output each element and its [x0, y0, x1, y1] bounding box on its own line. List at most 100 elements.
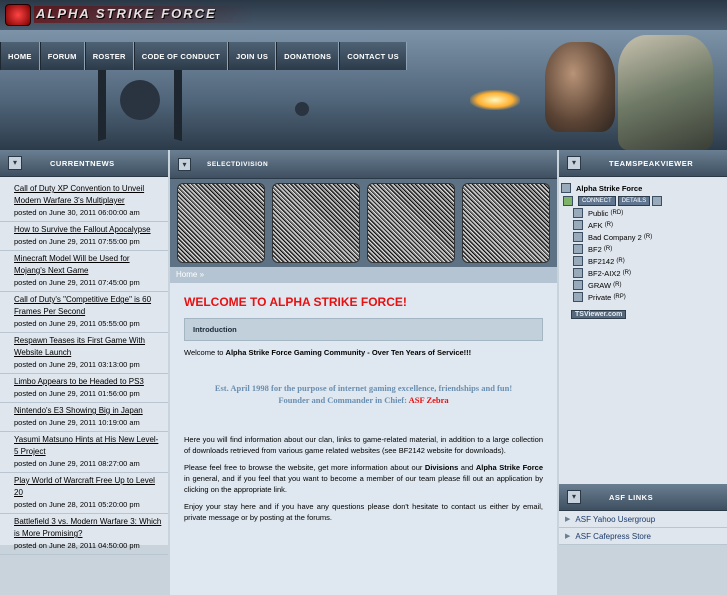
- established-line: Est. April 1998 for the purpose of inter…: [214, 383, 513, 393]
- channel-flag: (R): [616, 258, 625, 264]
- channel-flag: (R): [622, 270, 631, 276]
- news-link[interactable]: Nintendo's E3 Showing Big in Japan: [14, 405, 162, 417]
- ts-actions: CONNECT DETAILS: [561, 195, 727, 207]
- channel-name: BF2: [588, 244, 602, 254]
- news-date: posted on June 30, 2011 06:00:00 am: [14, 208, 140, 217]
- details-button[interactable]: DETAILS: [617, 196, 651, 206]
- refresh-icon[interactable]: [563, 196, 573, 206]
- asf-emblem-icon[interactable]: [5, 4, 31, 26]
- channel-flag: (R): [643, 234, 653, 240]
- tie-fighter-wing: [98, 58, 106, 142]
- main-nav: HOME FORUM ROSTER CODE OF CONDUCT JOIN U…: [0, 42, 407, 70]
- news-column: ▾ CURRENTNEWS Call of Duty XP Convention…: [0, 150, 168, 555]
- connect-button[interactable]: CONNECT: [578, 196, 616, 206]
- asf-link-item[interactable]: ▶ ASF Yahoo Usergroup: [559, 511, 727, 528]
- nav-forum[interactable]: FORUM: [39, 42, 85, 70]
- enjoy-paragraph: Enjoy your stay here and if you have any…: [184, 502, 543, 522]
- info-icon[interactable]: [652, 196, 663, 206]
- chevron-down-icon[interactable]: ▾: [567, 156, 581, 170]
- channel-name: Public: [588, 208, 609, 218]
- asf-link-item[interactable]: ▶ ASF Cafepress Store: [559, 528, 727, 545]
- news-item: Call of Duty XP Convention to Unveil Mod…: [0, 181, 168, 222]
- news-link[interactable]: Respawn Teases its First Game With Websi…: [14, 335, 162, 359]
- chevron-down-icon[interactable]: ▾: [8, 156, 22, 170]
- division-tile[interactable]: [461, 183, 550, 263]
- nav-contact-us[interactable]: CONTACT US: [339, 42, 407, 70]
- chevron-down-icon[interactable]: ▾: [178, 157, 191, 171]
- nav-code-of-conduct[interactable]: CODE OF CONDUCT: [133, 42, 229, 70]
- intro-heading: Introduction: [184, 318, 543, 341]
- news-item: How to Survive the Fallout Apocalypse pos…: [0, 222, 168, 251]
- ts-channel[interactable]: AFK (R): [561, 219, 727, 231]
- news-date: posted on June 29, 2011 10:19:00 am: [14, 418, 140, 427]
- news-link[interactable]: How to Survive the Fallout Apocalypse: [14, 224, 162, 236]
- browse-text: Please feel free to browse the website, …: [184, 463, 425, 472]
- news-link[interactable]: Minecraft Model Will be Used for Mojang'…: [14, 253, 162, 277]
- division-tile[interactable]: [272, 183, 361, 263]
- channel-icon: [573, 244, 583, 254]
- ts-channel[interactable]: Bad Company 2 (R): [561, 231, 727, 243]
- muzzle-flash: [470, 90, 520, 110]
- ts-channel[interactable]: BF2-AIX2 (R): [561, 267, 727, 279]
- breadcrumb[interactable]: Home »: [170, 267, 557, 283]
- ts-channel[interactable]: GRAW (R): [561, 279, 727, 291]
- division-tile[interactable]: [366, 183, 455, 263]
- asf-link-label: ASF Yahoo Usergroup: [575, 514, 656, 524]
- news-item: Respawn Teases its First Game With Websi…: [0, 333, 168, 374]
- ship-small: [295, 102, 309, 116]
- news-list: Call of Duty XP Convention to Unveil Mod…: [0, 177, 168, 555]
- site-logo-text[interactable]: ALPHA STRIKE FORCE: [36, 6, 217, 21]
- division-panel-title: SELECTDIVISION: [207, 160, 269, 168]
- channel-flag: (R): [604, 222, 614, 228]
- channel-icon: [573, 232, 583, 242]
- news-item: Limbo Appears to be Headed to PS3 posted …: [0, 374, 168, 403]
- ts-channel[interactable]: BF2 (R): [561, 243, 727, 255]
- lock-icon: [573, 292, 583, 302]
- channel-name: GRAW: [588, 280, 612, 290]
- ts-channel[interactable]: Private (RP): [561, 291, 727, 303]
- founder-name: ASF Zebra: [408, 395, 449, 405]
- arrow-right-icon: ▶: [565, 516, 571, 523]
- chevron-down-icon[interactable]: ▾: [567, 490, 581, 504]
- tsviewer-wrap: TSViewer.com: [561, 303, 727, 321]
- browse-text: and: [458, 463, 476, 472]
- news-link[interactable]: Call of Duty's "Competitive Edge" is 60 …: [14, 294, 162, 318]
- founder-line: Founder and Commander in Chief: ASF Zebr…: [184, 394, 543, 406]
- channel-name: BF2142: [588, 256, 615, 266]
- asf-link[interactable]: Alpha Strike Force: [476, 463, 543, 472]
- news-date: posted on June 29, 2011 03:13:00 pm: [14, 360, 140, 369]
- founder-prefix: Founder and Commander in Chief:: [278, 395, 409, 405]
- channel-icon: [573, 268, 583, 278]
- channel-name: BF2-AIX2: [588, 268, 621, 278]
- tie-fighter-cockpit: [120, 80, 160, 120]
- ts-server: Alpha Strike Force: [561, 181, 727, 195]
- teamspeak-panel-header: ▾ TEAMSPEAKVIEWER: [559, 150, 727, 177]
- channel-flag: (RD): [610, 210, 624, 216]
- welcome-line-bold: Alpha Strike Force Gaming Community - Ov…: [225, 348, 472, 357]
- news-date: posted on June 29, 2011 01:56:00 pm: [14, 389, 140, 398]
- tsviewer-link[interactable]: TSViewer.com: [571, 310, 627, 319]
- channel-flag: (R): [613, 282, 622, 288]
- news-link[interactable]: Battlefield 3 vs. Modern Warfare 3: Whic…: [14, 516, 162, 540]
- news-date: posted on June 29, 2011 07:45:00 pm: [14, 278, 140, 287]
- teamspeak-viewer: Alpha Strike Force CONNECT DETAILS Publi…: [559, 177, 727, 321]
- nav-join-us[interactable]: JOIN US: [228, 42, 277, 70]
- nav-home[interactable]: HOME: [0, 42, 40, 70]
- news-date: posted on June 28, 2011 05:20:00 pm: [14, 500, 140, 509]
- divisions-link[interactable]: Divisions: [425, 463, 458, 472]
- ts-channel[interactable]: Public (RD): [561, 207, 727, 219]
- division-selector: [170, 179, 557, 267]
- links-panel-header: ▾ ASF LINKS: [559, 484, 727, 511]
- ts-channel[interactable]: BF2142 (R): [561, 255, 727, 267]
- news-panel-title: CURRENTNEWS: [50, 158, 115, 168]
- channel-name: Bad Company 2: [588, 232, 642, 242]
- division-tile[interactable]: [177, 183, 266, 263]
- nav-donations[interactable]: DONATIONS: [276, 42, 340, 70]
- news-link[interactable]: Call of Duty XP Convention to Unveil Mod…: [14, 183, 162, 207]
- server-icon: [561, 183, 571, 193]
- news-link[interactable]: Play World of Warcraft Free Up to Level …: [14, 475, 162, 499]
- news-link[interactable]: Limbo Appears to be Headed to PS3: [14, 376, 162, 388]
- news-link[interactable]: Yasumi Matsuno Hints at His New Level-5 …: [14, 434, 162, 458]
- nav-roster[interactable]: ROSTER: [84, 42, 134, 70]
- ts-server-name[interactable]: Alpha Strike Force: [576, 184, 642, 193]
